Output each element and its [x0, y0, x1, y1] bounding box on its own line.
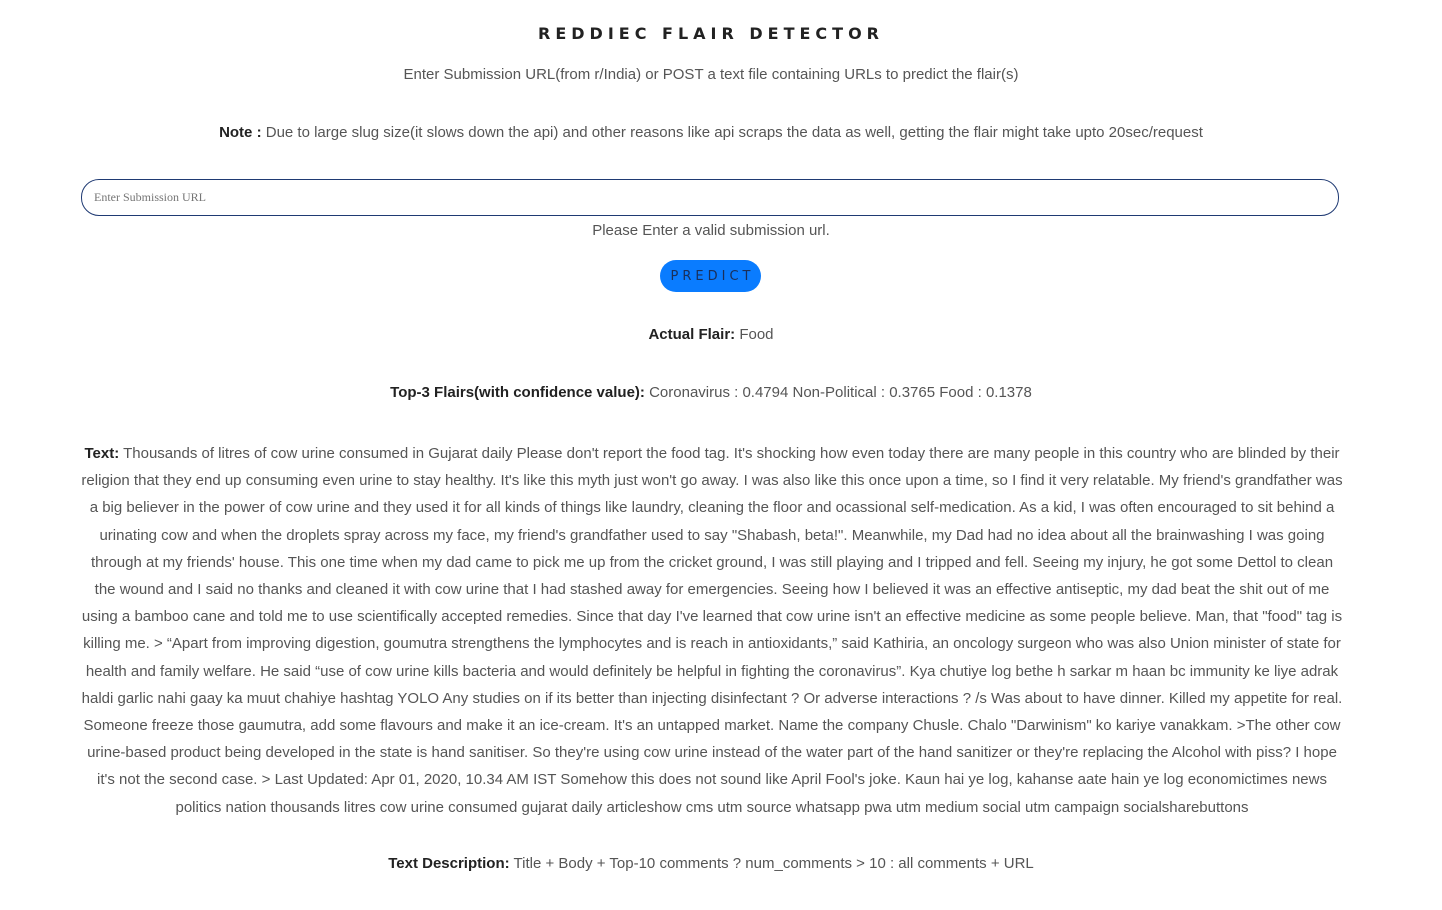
note-text: Due to large slug size(it slows down the… [261, 124, 1203, 141]
text-description: Text Description: Title + Body + Top-10 … [0, 855, 1422, 872]
submission-text-value: Thousands of litres of cow urine consume… [81, 445, 1343, 816]
submission-url-input[interactable] [81, 179, 1339, 216]
note-label: Note : [219, 124, 262, 141]
validation-message: Please Enter a valid submission url. [592, 222, 830, 239]
top3-flairs: Top-3 Flairs(with confidence value): Cor… [0, 384, 1422, 401]
predict-button[interactable]: PREDICT [660, 260, 761, 292]
top3-flairs-value: Coronavirus : 0.4794 Non-Political : 0.3… [644, 384, 1032, 401]
top3-flairs-label: Top-3 Flairs(with confidence value): [390, 384, 645, 401]
page-subtitle: Enter Submission URL(from r/India) or PO… [403, 66, 1019, 83]
note: Note : Due to large slug size(it slows d… [0, 124, 1422, 141]
actual-flair-value: Food [735, 326, 774, 343]
submission-text: Text: Thousands of litres of cow urine c… [81, 440, 1343, 821]
page-title: REDDIEC FLAIR DETECTOR [538, 24, 884, 43]
submission-text-label: Text: [84, 445, 120, 462]
text-description-value: Title + Body + Top-10 comments ? num_com… [509, 855, 1034, 872]
text-description-label: Text Description: [388, 855, 510, 872]
actual-flair: Actual Flair: Food [0, 326, 1422, 343]
page: REDDIEC FLAIR DETECTOR Enter Submission … [0, 0, 1442, 910]
actual-flair-label: Actual Flair: [648, 326, 736, 343]
